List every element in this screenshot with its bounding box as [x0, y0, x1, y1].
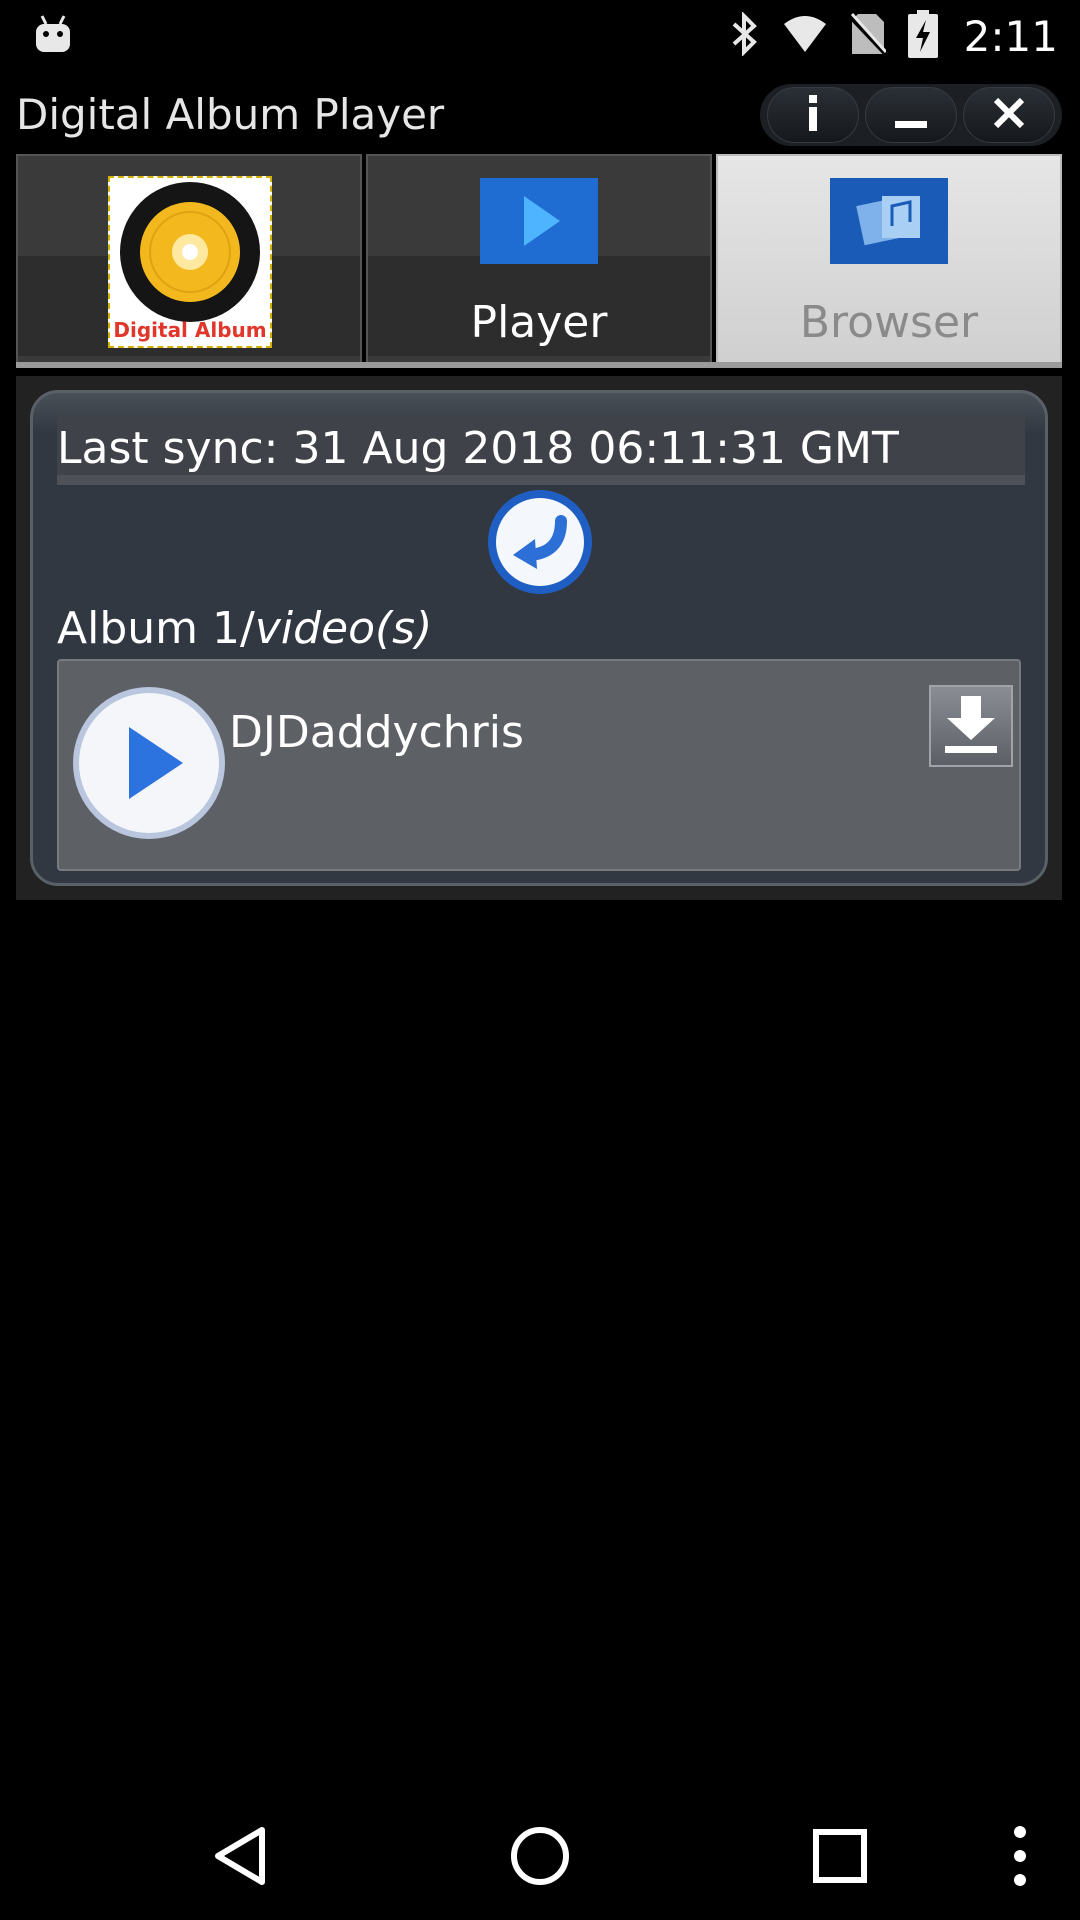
- album-count-suffix: video(s): [254, 603, 433, 654]
- logo-text: Digital Album: [113, 318, 267, 342]
- recents-icon: [810, 1826, 870, 1890]
- info-button[interactable]: [767, 87, 859, 143]
- minimize-icon: [893, 95, 929, 135]
- bluetooth-icon: [730, 11, 760, 60]
- home-button[interactable]: [500, 1818, 580, 1898]
- back-button[interactable]: [200, 1818, 280, 1898]
- battery-charging-icon: [907, 10, 938, 62]
- sync-button[interactable]: [485, 487, 595, 597]
- tab-browser[interactable]: Browser: [716, 154, 1062, 368]
- tab-bar: Digital Album Player Browser: [16, 154, 1062, 368]
- tab-digital-album[interactable]: Digital Album: [16, 154, 362, 368]
- album-count-prefix: Album 1/: [57, 603, 255, 654]
- album-count-label: Album 1/video(s): [57, 603, 432, 654]
- last-sync-text: Last sync: 31 Aug 2018 06:11:31 GMT: [57, 423, 899, 474]
- status-clock: 2:11: [963, 11, 1058, 61]
- navigation-bar: [0, 1788, 1080, 1920]
- tab-player[interactable]: Player: [366, 154, 712, 368]
- play-video-button[interactable]: [71, 685, 227, 841]
- info-icon: [803, 93, 823, 137]
- video-title: DJDaddychris: [229, 707, 524, 758]
- more-options-button[interactable]: [980, 1818, 1060, 1898]
- album-card: Last sync: 31 Aug 2018 06:11:31 GMT Albu…: [30, 390, 1048, 886]
- tab-browser-label: Browser: [799, 297, 979, 348]
- app-title: Digital Album Player: [16, 90, 445, 139]
- digital-album-logo-icon: Digital Album: [108, 176, 272, 348]
- home-icon: [508, 1824, 572, 1892]
- recents-button[interactable]: [800, 1818, 880, 1898]
- tab-player-label: Player: [470, 297, 608, 348]
- no-sim-icon: [847, 12, 888, 60]
- sync-status-bar: Last sync: 31 Aug 2018 06:11:31 GMT: [57, 415, 1025, 485]
- list-item[interactable]: DJDaddychris: [57, 659, 1021, 871]
- refresh-arrow-icon: [485, 490, 595, 601]
- browser-icon: [830, 178, 948, 264]
- close-icon: [992, 96, 1026, 134]
- more-icon: [1010, 1824, 1030, 1892]
- status-bar: 2:11: [0, 0, 1080, 72]
- window-controls: [760, 84, 1062, 146]
- browser-panel: Last sync: 31 Aug 2018 06:11:31 GMT Albu…: [16, 376, 1062, 900]
- title-bar: Digital Album Player: [0, 80, 1080, 152]
- download-button[interactable]: [929, 685, 1013, 767]
- minimize-button[interactable]: [865, 87, 957, 143]
- play-icon: [480, 178, 598, 264]
- play-icon: [71, 687, 227, 845]
- download-icon: [939, 692, 1003, 760]
- tab-underline: [16, 362, 1062, 368]
- close-button[interactable]: [963, 87, 1055, 143]
- android-debug-icon: [34, 14, 72, 58]
- wifi-icon: [782, 14, 828, 58]
- back-icon: [210, 1824, 270, 1892]
